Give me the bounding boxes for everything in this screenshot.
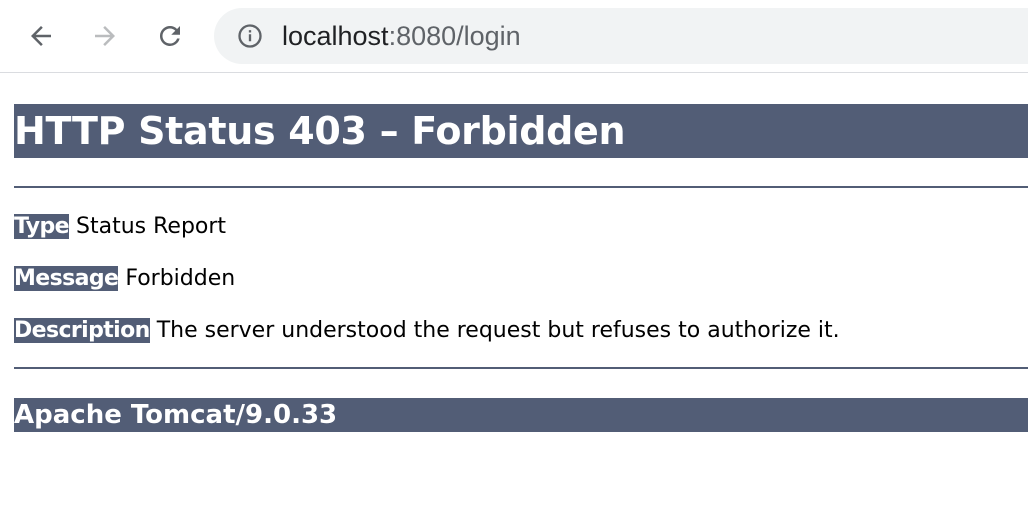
type-row: Type Status Report [14,213,226,241]
info-icon[interactable] [236,22,264,50]
divider [14,186,1028,188]
arrow-left-icon [31,26,51,46]
message-label: Message [14,266,119,291]
description-value: The server understood the request but re… [156,318,840,343]
server-footer: Apache Tomcat/9.0.33 [14,398,1028,432]
error-page: HTTP Status 403 – Forbidden Type Status … [14,104,1028,432]
reload-button[interactable] [150,16,190,56]
browser-toolbar: localhost:8080/login [0,0,1028,73]
message-value: Forbidden [125,266,236,291]
divider [14,367,1028,369]
reload-icon [159,25,180,46]
type-label: Type [14,214,70,239]
page-title: HTTP Status 403 – Forbidden [14,104,1028,158]
url-host: localhost [282,21,389,51]
url-path: :8080/login [388,21,521,51]
back-button[interactable] [21,16,61,56]
type-value: Status Report [76,214,227,239]
message-row: Message Forbidden [14,265,235,293]
address-bar[interactable]: localhost:8080/login [214,8,1028,64]
forward-button[interactable] [85,16,125,56]
arrow-right-icon [95,26,115,46]
description-label: Description [14,318,150,343]
url-text[interactable]: localhost:8080/login [282,20,521,52]
description-row: Description The server understood the re… [14,317,840,345]
